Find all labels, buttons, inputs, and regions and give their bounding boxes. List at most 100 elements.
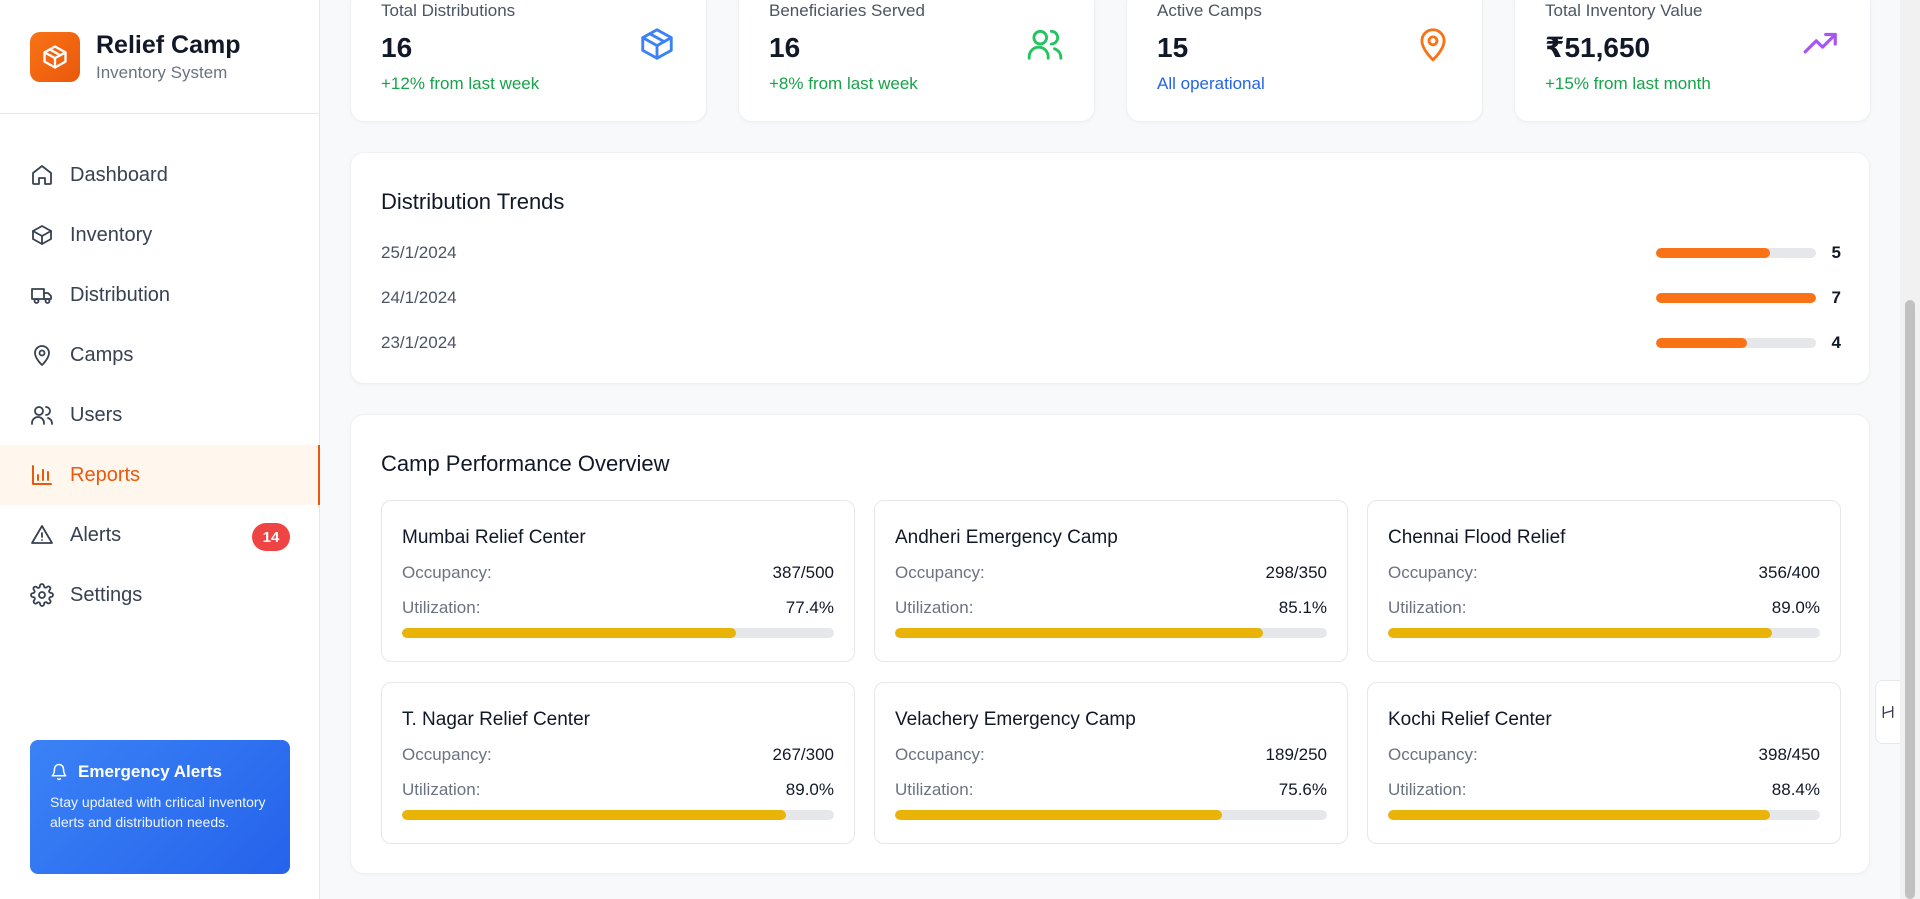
- utilization-value: 89.0%: [785, 780, 834, 799]
- camp-card[interactable]: Mumbai Relief Center Occupancy: 387/500 U…: [381, 500, 855, 662]
- utilization-bar: [402, 628, 834, 638]
- camp-card[interactable]: Chennai Flood Relief Occupancy: 356/400 U…: [1367, 500, 1841, 662]
- sidebar-item-users[interactable]: Users: [0, 385, 320, 445]
- map-pin-icon: [1414, 25, 1452, 63]
- occupancy-value: 387/500: [772, 563, 834, 582]
- utilization-bar: [895, 628, 1327, 638]
- brand[interactable]: Relief Camp Inventory System: [0, 0, 319, 114]
- vertical-scrollbar[interactable]: [1900, 0, 1920, 899]
- stat-card-active-camps: Active Camps 15 All operational: [1126, 0, 1483, 122]
- stat-card-total-inventory-value: Total Inventory Value ₹51,650 +15% from …: [1514, 0, 1871, 122]
- utilization-bar-fill: [1388, 628, 1773, 638]
- sidebar-item-label: Inventory: [70, 223, 153, 246]
- occupancy-value: 189/250: [1265, 745, 1327, 764]
- occupancy-label: Occupancy:: [1388, 563, 1478, 582]
- camp-name: Mumbai Relief Center: [402, 527, 586, 548]
- stat-title: Beneficiaries Served: [769, 1, 925, 20]
- panel-title: Distribution Trends: [381, 189, 565, 214]
- drag-handle-icon: [1882, 706, 1894, 718]
- trend-row: 25/1/2024 5: [381, 241, 1841, 265]
- utilization-label: Utilization:: [1388, 780, 1467, 799]
- sidebar-item-reports[interactable]: Reports: [0, 445, 320, 505]
- camp-name: Chennai Flood Relief: [1388, 527, 1566, 548]
- utilization-label: Utilization:: [895, 780, 974, 799]
- utilization-bar: [1388, 810, 1820, 820]
- utilization-bar-fill: [895, 628, 1263, 638]
- camp-card[interactable]: Andheri Emergency Camp Occupancy: 298/350…: [874, 500, 1348, 662]
- occupancy-label: Occupancy:: [402, 563, 492, 582]
- sidebar: Relief Camp Inventory System Dashboard I…: [0, 0, 320, 899]
- occupancy-value: 298/350: [1265, 563, 1327, 582]
- stat-title: Total Distributions: [381, 1, 516, 20]
- utilization-label: Utilization:: [895, 598, 974, 617]
- utilization-bar-fill: [402, 810, 787, 820]
- sidebar-item-dashboard[interactable]: Dashboard: [0, 145, 320, 205]
- utilization-value: 89.0%: [1771, 598, 1820, 617]
- stat-card-beneficiaries-served: Beneficiaries Served 16 +8% from last we…: [738, 0, 1095, 122]
- stat-note: All operational: [1157, 74, 1265, 93]
- stat-card-total-distributions: Total Distributions 16 +12% from last we…: [350, 0, 707, 122]
- utilization-label: Utilization:: [402, 598, 481, 617]
- bar-chart-icon: [30, 463, 54, 487]
- users-icon: [30, 403, 54, 427]
- sidebar-item-inventory[interactable]: Inventory: [0, 205, 320, 265]
- trend-bar: [1656, 338, 1816, 348]
- sidebar-item-label: Distribution: [70, 283, 171, 306]
- sidebar-item-label: Settings: [70, 583, 143, 606]
- utilization-bar-fill: [402, 628, 737, 638]
- main-content: Total Distributions 16 +12% from last we…: [320, 0, 1900, 899]
- users-icon: [1026, 25, 1064, 63]
- trend-bar-fill: [1656, 338, 1748, 348]
- stat-note: +12% from last week: [381, 74, 540, 93]
- trend-count: 4: [1831, 333, 1841, 352]
- package-icon: [30, 223, 54, 247]
- trending-up-icon: [1802, 25, 1840, 63]
- trend-count: 7: [1831, 288, 1841, 307]
- gear-icon: [30, 583, 54, 607]
- trend-date: 24/1/2024: [381, 288, 457, 307]
- utilization-bar-fill: [1388, 810, 1770, 820]
- camp-card[interactable]: Kochi Relief Center Occupancy: 398/450 Ut…: [1367, 682, 1841, 844]
- brand-subtitle: Inventory System: [96, 62, 228, 82]
- utilization-bar: [895, 810, 1327, 820]
- emergency-alerts-title: Emergency Alerts: [78, 762, 222, 781]
- stat-title: Active Camps: [1157, 1, 1262, 20]
- home-icon: [30, 163, 54, 187]
- stat-note: +15% from last month: [1545, 74, 1711, 93]
- distribution-trends-panel: Distribution Trends 25/1/2024 5 24/1/202…: [350, 152, 1870, 384]
- utilization-bar: [1388, 628, 1820, 638]
- utilization-value: 85.1%: [1278, 598, 1327, 617]
- sidebar-item-label: Users: [70, 403, 123, 426]
- camp-card[interactable]: T. Nagar Relief Center Occupancy: 267/300…: [381, 682, 855, 844]
- camp-performance-panel: Camp Performance Overview Mumbai Relief …: [350, 414, 1870, 874]
- sidebar-item-camps[interactable]: Camps: [0, 325, 320, 385]
- package-icon: [638, 25, 676, 63]
- stat-value: ₹51,650: [1545, 32, 1651, 63]
- occupancy-label: Occupancy:: [1388, 745, 1478, 764]
- occupancy-value: 356/400: [1758, 563, 1820, 582]
- stat-value: 15: [1157, 32, 1189, 63]
- utilization-bar-fill: [895, 810, 1222, 820]
- scrollbar-thumb[interactable]: [1905, 300, 1915, 899]
- occupancy-value: 398/450: [1758, 745, 1820, 764]
- trend-bar: [1656, 293, 1816, 303]
- brand-title: Relief Camp: [96, 30, 241, 59]
- camp-card[interactable]: Velachery Emergency Camp Occupancy: 189/2…: [874, 682, 1348, 844]
- trend-row: 24/1/2024 7: [381, 286, 1841, 310]
- sidebar-item-alerts[interactable]: Alerts 14: [0, 505, 320, 565]
- collapse-panel-handle[interactable]: [1875, 680, 1900, 744]
- trend-bar: [1656, 248, 1816, 258]
- stat-value: 16: [381, 32, 413, 63]
- sidebar-item-settings[interactable]: Settings: [0, 565, 320, 625]
- sidebar-item-label: Camps: [70, 343, 134, 366]
- occupancy-label: Occupancy:: [402, 745, 492, 764]
- sidebar-item-label: Alerts: [70, 523, 122, 546]
- utilization-label: Utilization:: [1388, 598, 1467, 617]
- sidebar-nav: Dashboard Inventory Distribution Camps U…: [0, 145, 320, 625]
- stat-value: 16: [769, 32, 801, 63]
- emergency-alerts-card[interactable]: Emergency Alerts Stay updated with criti…: [30, 740, 290, 874]
- sidebar-item-distribution[interactable]: Distribution: [0, 265, 320, 325]
- utilization-label: Utilization:: [402, 780, 481, 799]
- map-pin-icon: [30, 343, 54, 367]
- alerts-count-badge: 14: [252, 523, 290, 551]
